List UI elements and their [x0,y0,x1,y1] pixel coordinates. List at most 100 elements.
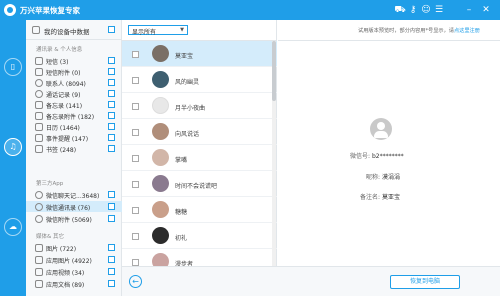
menu-icon[interactable]: ☰ [433,4,445,16]
category-item[interactable]: 图片 (722) [26,242,122,253]
key-icon[interactable]: ⚷ [407,4,419,16]
register-link[interactable]: 点这里注册 [454,28,480,34]
app-video-icon [35,268,43,276]
category-item[interactable]: 微信聊天记...3648) [26,189,122,200]
title-bar: 万兴苹果恢复专家 ⛟ ⚷ ☺ ☰ – ✕ [0,0,500,20]
remark-value: 莫亚宝 [381,194,400,201]
wechat-id-value: b2******** [371,153,404,160]
avatar [152,227,169,244]
category-checkbox[interactable] [108,68,115,75]
category-label: 备忘录 (141) [46,103,83,110]
category-label: 事件提醒 (147) [46,136,89,143]
contact-row[interactable]: 风的幽灵 [122,67,277,93]
category-item[interactable]: 短信附件 (0) [26,66,122,77]
category-label: 联系人 (8094) [46,81,86,88]
row-checkbox[interactable] [132,103,139,110]
row-checkbox[interactable] [132,233,139,240]
recover-to-computer-button[interactable]: 恢复到电脑 [390,275,460,289]
avatar [152,201,169,218]
category-item[interactable]: 备忘录 (141) [26,99,122,110]
category-checkbox[interactable] [108,134,115,141]
back-arrow-icon[interactable]: ← [129,275,142,288]
category-checkbox[interactable] [108,90,115,97]
contact-name: 糖糖 [175,209,188,216]
category-label: 短信附件 (0) [46,70,81,77]
category-item[interactable]: 通话记录 (9) [26,88,122,99]
category-checkbox[interactable] [108,256,115,263]
scrollbar-thumb[interactable] [272,41,276,101]
category-checkbox[interactable] [108,145,115,152]
category-checkbox[interactable] [108,280,115,287]
detail-panel: 试用版本预览时，部分内容用*号显示，请点这里注册 微信号: b2********… [278,20,500,256]
wechat-icon [35,191,43,199]
wechat-contacts-icon [35,203,43,211]
chevron-down-icon: ▼ [180,27,184,33]
app-logo-icon [4,4,16,16]
filter-dropdown[interactable]: 显示所有 ▼ [128,25,188,36]
wechat-attachment-icon [35,215,43,223]
contact-row[interactable]: 初礼 [122,223,277,249]
avatar [152,71,169,88]
contact-row[interactable]: 糖糖 [122,197,277,223]
category-item-wechat-contacts[interactable]: 微信通讯录 (76) [26,201,122,212]
category-item[interactable]: 应用图片 (4922) [26,254,122,265]
contact-row[interactable]: 向风说话 [122,119,277,145]
category-checkbox[interactable] [108,191,115,198]
close-icon[interactable]: ✕ [480,4,492,16]
category-item[interactable]: 书签 (248) [26,143,122,154]
phone-icon[interactable]: ▯ [4,58,22,76]
category-item[interactable]: 备忘录附件 (182) [26,110,122,121]
category-item[interactable]: 日历 (1464) [26,121,122,132]
contacts-icon [35,79,43,87]
category-checkbox[interactable] [108,112,115,119]
contact-name: 莫亚宝 [175,53,194,60]
row-checkbox[interactable] [132,259,139,266]
contact-row[interactable]: 月半小夜曲 [122,93,277,119]
nickname-value: 漠涓涓 [381,174,400,181]
divider [278,40,500,41]
select-all-checkbox[interactable] [108,26,115,33]
row-checkbox[interactable] [132,51,139,58]
bottom-bar: ← 恢复到电脑 [122,266,500,296]
remark-label: 备注名: [360,194,381,201]
profile-icon[interactable]: ☺ [420,4,432,16]
category-checkbox[interactable] [108,79,115,86]
category-item[interactable]: 应用视频 (34) [26,266,122,277]
category-checkbox[interactable] [108,101,115,108]
trial-notice: 试用版本预览时，部分内容用*号显示，请点这里注册 [358,27,480,34]
category-checkbox[interactable] [108,215,115,222]
category-header-label: 我的设备中数据 [44,28,90,36]
row-checkbox[interactable] [132,155,139,162]
category-item[interactable]: 应用文档 (89) [26,278,122,289]
row-checkbox[interactable] [132,207,139,214]
minimize-icon[interactable]: – [463,4,475,16]
category-checkbox[interactable] [108,203,115,210]
cart-icon[interactable]: ⛟ [394,4,406,16]
cloud-icon[interactable]: ☁ [4,218,22,236]
category-label: 微信聊天记...3648) [46,193,100,200]
category-checkbox[interactable] [108,123,115,130]
category-checkbox[interactable] [108,244,115,251]
category-label: 图片 (722) [46,246,77,253]
category-item[interactable]: 短信 (3) [26,55,122,66]
contact-row[interactable]: 掌嘴 [122,145,277,171]
category-item[interactable]: 事件提醒 (147) [26,132,122,143]
category-item[interactable]: 微信附件 (5069) [26,213,122,224]
nav-rail: ▯ ♫ ☁ [0,20,26,296]
category-label: 通话记录 (9) [46,92,81,99]
photo-icon [35,244,43,252]
row-checkbox[interactable] [132,181,139,188]
category-item[interactable]: 联系人 (8094) [26,77,122,88]
section-title: 媒体& 其它 [36,234,65,240]
section-title: 第三方App [36,181,64,187]
row-checkbox[interactable] [132,77,139,84]
avatar [152,97,169,114]
contact-row[interactable]: 时间不会说谎吧 [122,171,277,197]
contact-name: 向风说话 [175,131,200,138]
category-checkbox[interactable] [108,57,115,64]
row-checkbox[interactable] [132,129,139,136]
call-log-icon [35,90,43,98]
music-icon[interactable]: ♫ [4,138,22,156]
contact-row[interactable]: 莫亚宝 [122,41,277,67]
category-checkbox[interactable] [108,268,115,275]
